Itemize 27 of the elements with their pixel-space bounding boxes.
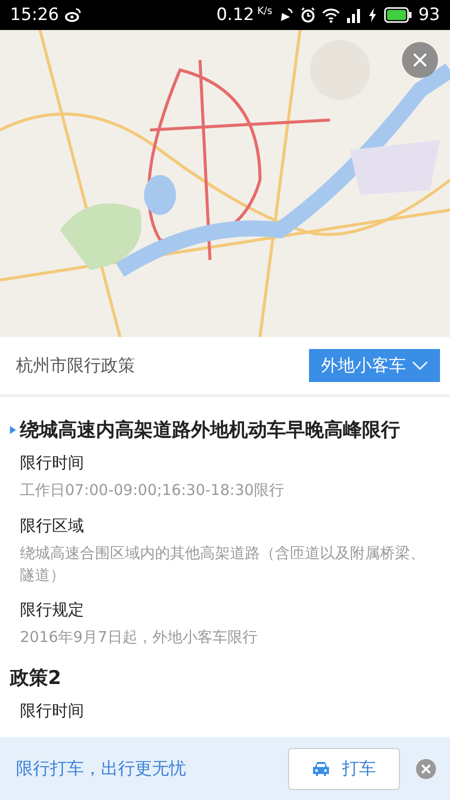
alarm-icon — [300, 7, 316, 23]
clock: 15:26 — [10, 5, 59, 25]
section-value: 2016年9月7日起，外地小客车限行 — [20, 627, 258, 648]
policy-title: 政策2 — [10, 666, 62, 691]
close-icon — [412, 52, 428, 68]
section-label: 限行时间 — [20, 701, 85, 722]
taxi-button[interactable]: 打车 — [288, 748, 400, 790]
signal-icon — [346, 8, 362, 22]
policy-title: 绕城高速内高架道路外地机动车早晚高峰限行 — [20, 418, 400, 443]
section-label: 限行区域 — [20, 516, 85, 537]
section-value: 绕城高速合围区域内的其他高架道路（含匝道以及附属桥梁、隧道） — [20, 542, 426, 586]
close-button[interactable] — [416, 758, 436, 778]
charging-icon — [368, 8, 378, 22]
battery-percent: 93 — [418, 5, 440, 25]
page-title: 杭州市限行政策 — [16, 355, 135, 377]
section-value: 工作日07:00-09:00;16:30-18:30限行 — [20, 480, 285, 501]
car-icon — [312, 760, 330, 776]
battery-icon — [384, 7, 412, 23]
banner-text: 限行打车，出行更无忧 — [16, 758, 187, 780]
network-speed: 0.12 — [216, 5, 254, 25]
chevron-down-icon — [412, 360, 428, 370]
vehicle-dropdown[interactable]: 外地小客车 — [309, 349, 440, 382]
speed-unit: K/s — [257, 6, 272, 17]
wifi-icon — [322, 8, 340, 22]
section-label: 限行时间 — [20, 453, 85, 474]
section-label: 限行规定 — [20, 600, 85, 622]
close-icon — [421, 764, 431, 774]
